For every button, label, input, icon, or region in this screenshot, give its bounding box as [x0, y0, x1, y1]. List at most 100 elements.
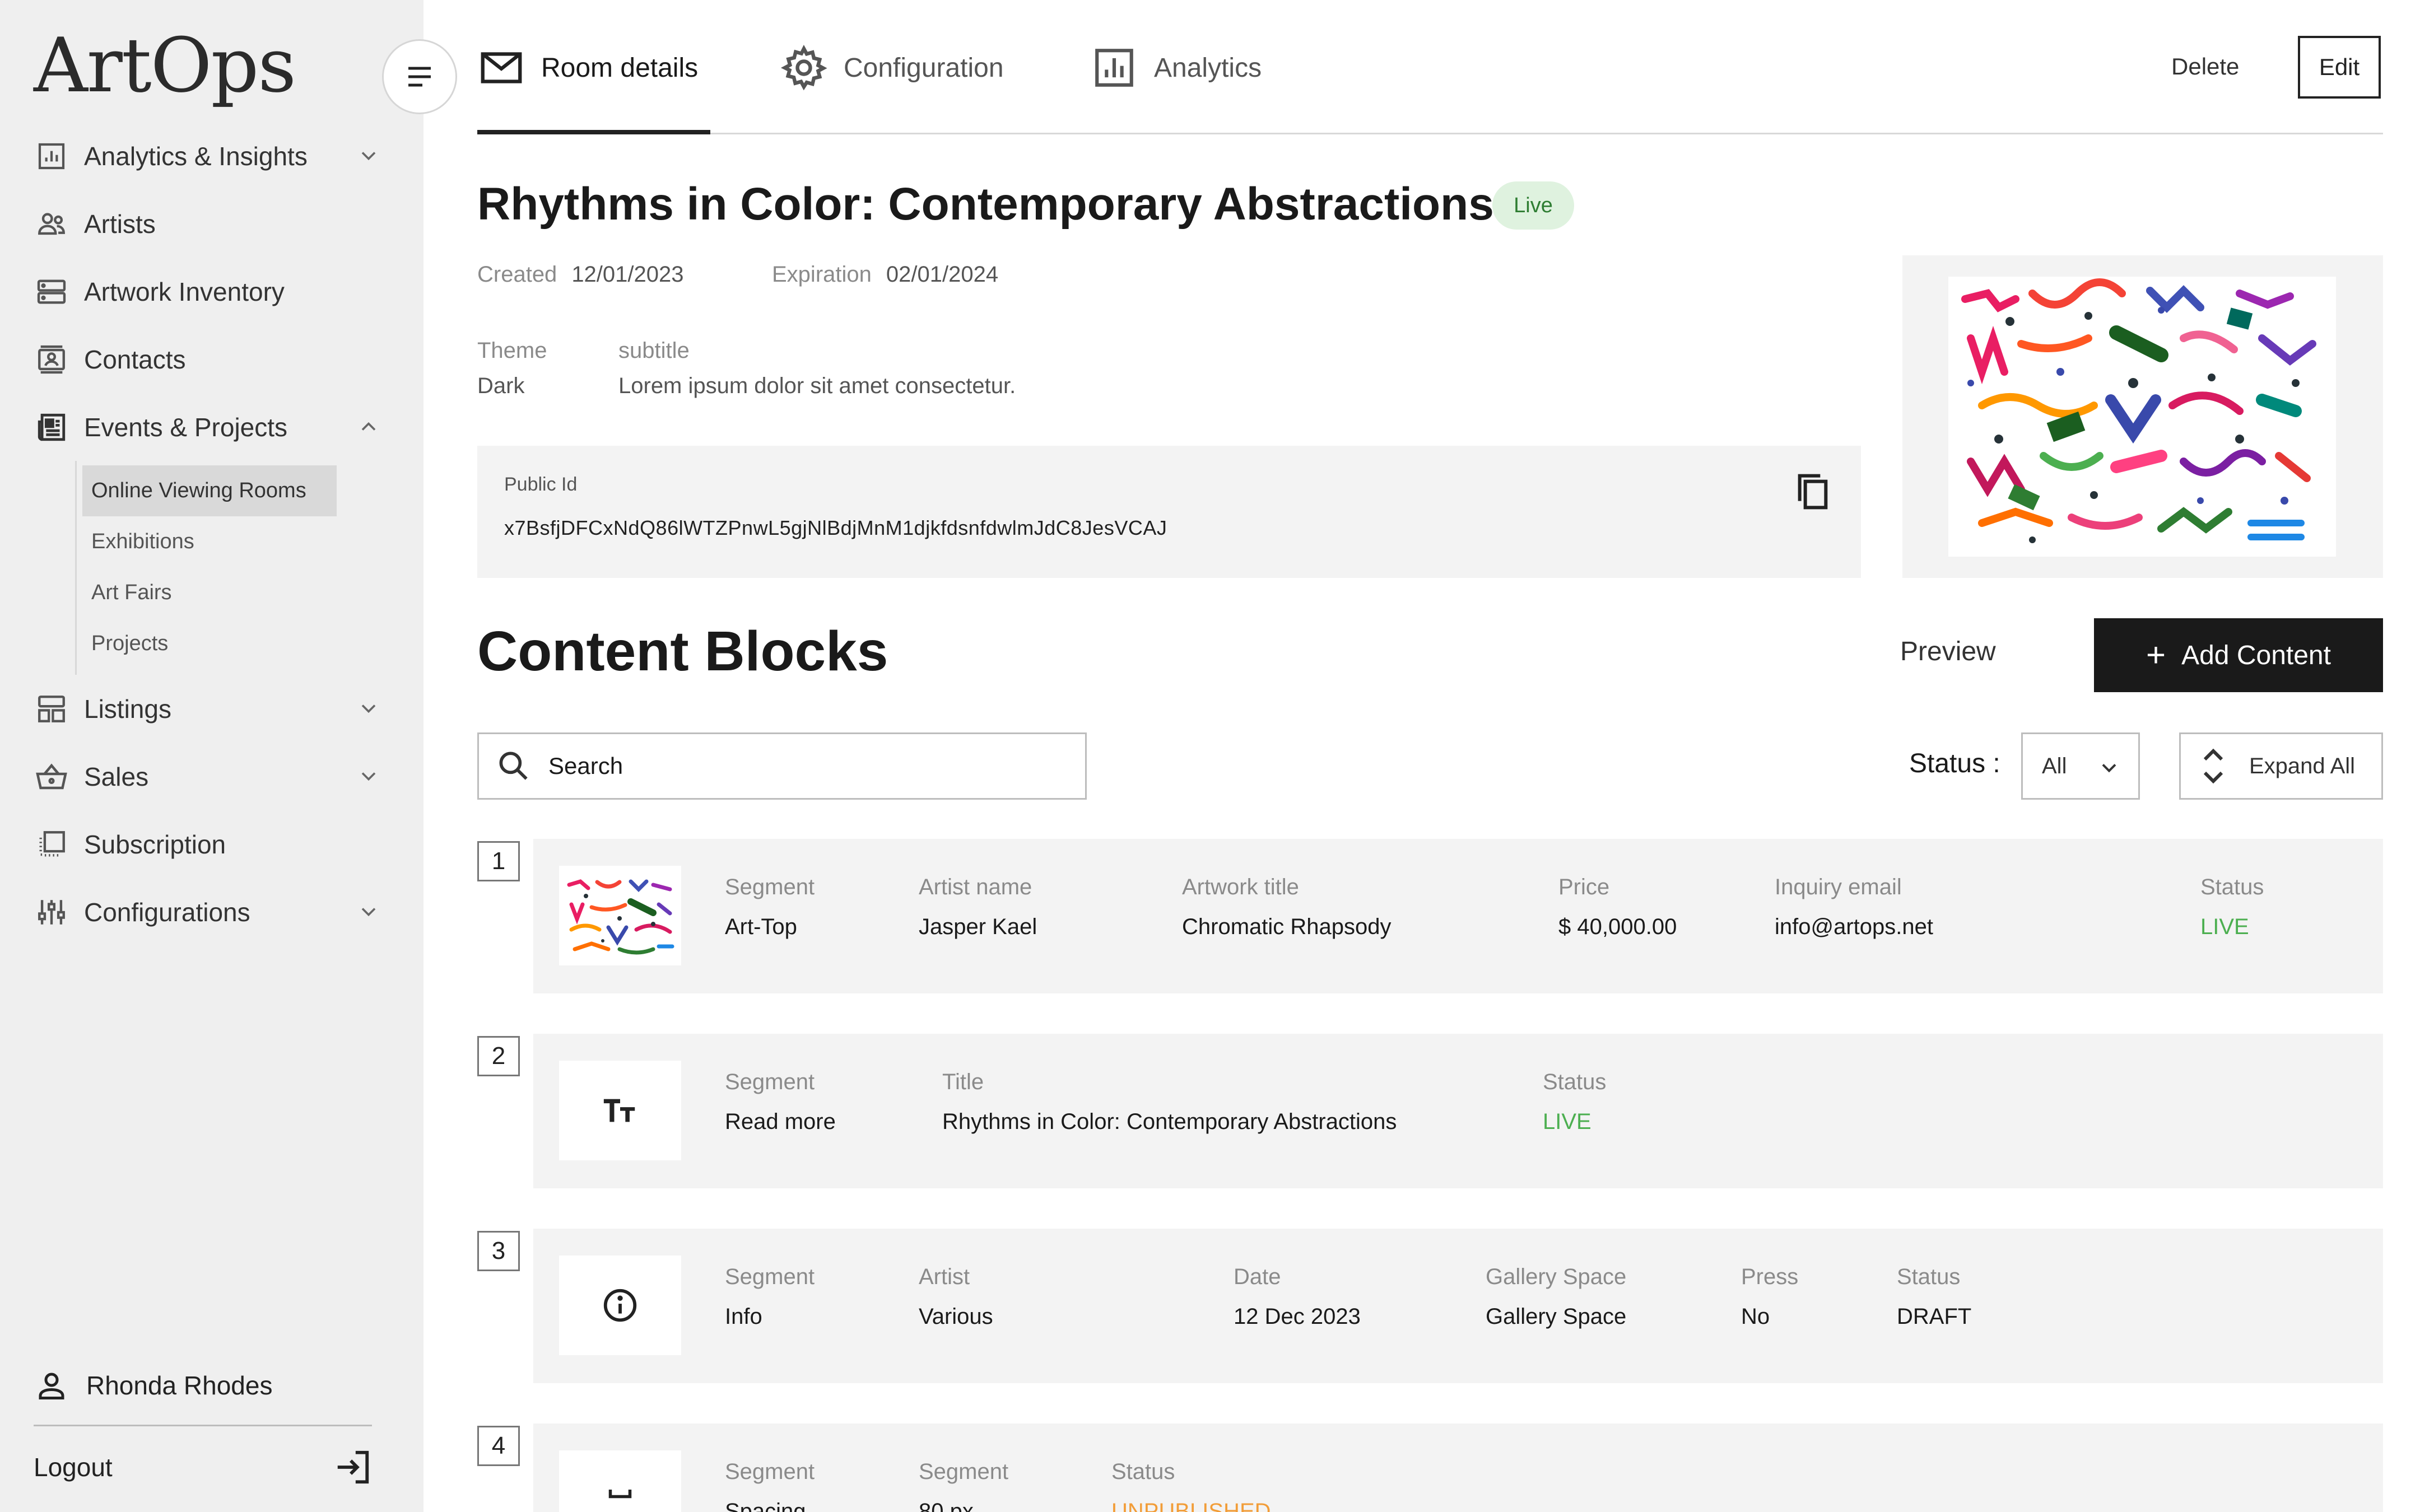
- cover-artwork-image[interactable]: [1948, 277, 2336, 557]
- field-label: Status: [2200, 874, 2264, 899]
- sidebar-item-label: Artwork Inventory: [84, 277, 285, 306]
- content-block-row[interactable]: Segment Read more Title Rhythms in Color…: [533, 1034, 2383, 1188]
- chevron-down-icon: [361, 908, 376, 917]
- delete-button[interactable]: Delete: [2171, 47, 2239, 86]
- contacts-icon: [34, 342, 69, 377]
- content-block-row[interactable]: Segment Spacing Segment 80 px Status UNP…: [533, 1424, 2383, 1512]
- sidebar-item-label: Artists: [84, 209, 156, 239]
- sidebar-divider: [34, 1425, 372, 1426]
- created-date: 12/01/2023: [571, 262, 684, 287]
- sidebar-item-label: Contacts: [84, 344, 186, 374]
- sidebar-item-events-projects[interactable]: Events & Projects: [34, 393, 381, 461]
- events-subnav: Online Viewing Rooms Exhibitions Art Fai…: [75, 461, 381, 675]
- status-filter-select[interactable]: All: [2021, 732, 2140, 800]
- chevron-down-icon: [361, 152, 376, 161]
- subnav-item-projects[interactable]: Projects: [82, 618, 337, 669]
- field-label: Press: [1741, 1264, 1799, 1289]
- tab-analytics[interactable]: Analytics: [1090, 37, 1262, 99]
- content-blocks-heading: Content Blocks: [477, 620, 888, 683]
- logout-button[interactable]: Logout: [34, 1445, 372, 1490]
- field-status: Status LIVE: [2200, 869, 2264, 949]
- field-value: Jasper Kael: [919, 914, 1037, 939]
- status-badge: Live: [1492, 181, 1574, 230]
- user-profile[interactable]: Rhonda Rhodes: [34, 1362, 272, 1409]
- tab-bar: Room details Configuration Analytics Del…: [477, 0, 2383, 134]
- spacing-icon: [608, 1490, 632, 1499]
- expand-all-button[interactable]: Expand All: [2179, 732, 2383, 800]
- listings-icon: [34, 691, 69, 727]
- field-segment-size: Segment 80 px: [919, 1454, 1008, 1512]
- preview-button[interactable]: Preview: [1900, 636, 1996, 667]
- subtitle-value: Lorem ipsum dolor sit amet consectetur.: [618, 373, 1016, 398]
- artwork-thumbnail-image: [564, 874, 677, 958]
- public-id-value: x7BsfjDFCxNdQ86lWTZPnwL5gjNlBdjMnM1djkfd…: [504, 516, 1167, 539]
- created-label: Created: [477, 262, 557, 287]
- public-id-label: Public Id: [504, 474, 578, 495]
- field-label: Gallery Space: [1486, 1264, 1627, 1289]
- field-value: Various: [919, 1304, 993, 1329]
- add-content-label: Add Content: [2181, 640, 2331, 670]
- expand-all-label: Expand All: [2249, 753, 2356, 778]
- subnav-item-art-fairs[interactable]: Art Fairs: [82, 567, 337, 618]
- created-meta: Created 12/01/2023: [477, 260, 684, 289]
- expiration-date: 02/01/2024: [886, 262, 999, 287]
- chevron-down-icon: [361, 772, 376, 781]
- field-value: No: [1741, 1304, 1770, 1329]
- field-segment: Segment Info: [725, 1259, 815, 1338]
- sidebar-item-label: Events & Projects: [84, 412, 288, 442]
- add-content-button[interactable]: + Add Content: [2094, 618, 2383, 692]
- people-icon: [34, 206, 69, 242]
- sidebar-item-sales[interactable]: Sales: [34, 743, 381, 810]
- tab-label: Configuration: [844, 53, 1004, 83]
- cover-image-panel: [1902, 255, 2383, 578]
- sidebar-item-artists[interactable]: Artists: [34, 190, 381, 258]
- public-id-panel: Public Id x7BsfjDFCxNdQ86lWTZPnwL5gjNlBd…: [477, 446, 1861, 578]
- sidebar-item-artwork-inventory[interactable]: Artwork Inventory: [34, 258, 381, 325]
- sidebar-nav: Analytics & Insights Artists Artwork Inv…: [34, 122, 381, 946]
- field-value: Chromatic Rhapsody: [1182, 914, 1392, 939]
- sidebar-item-listings[interactable]: Listings: [34, 675, 381, 743]
- tab-label: Room details: [541, 53, 699, 83]
- subnav-item-exhibitions[interactable]: Exhibitions: [82, 516, 337, 567]
- sidebar-item-subscription[interactable]: Subscription: [34, 810, 381, 878]
- sidebar-item-contacts[interactable]: Contacts: [34, 325, 381, 393]
- status-value: DRAFT: [1897, 1304, 1972, 1329]
- field-label: Price: [1558, 874, 1610, 899]
- field-label: Title: [942, 1069, 984, 1094]
- plus-icon: +: [2146, 636, 2166, 674]
- sidebar-item-label: Listings: [84, 694, 171, 724]
- theme-label: Theme: [477, 338, 547, 363]
- subscription-icon: [34, 827, 69, 862]
- user-name: Rhonda Rhodes: [86, 1371, 273, 1400]
- sidebar-item-label: Subscription: [84, 829, 226, 859]
- search-input[interactable]: Search: [477, 732, 1087, 800]
- field-value: 80 px: [919, 1499, 974, 1512]
- newspaper-icon: [34, 409, 69, 445]
- expiration-meta: Expiration 02/01/2024: [772, 260, 998, 289]
- tab-configuration[interactable]: Configuration: [780, 37, 1004, 99]
- field-segment: Segment Read more: [725, 1064, 836, 1144]
- edit-button[interactable]: Edit: [2298, 36, 2381, 99]
- content-block-row[interactable]: Segment Art-Top Artist name Jasper Kael …: [533, 839, 2383, 993]
- copy-icon[interactable]: [1790, 469, 1835, 514]
- field-label: Status: [1897, 1264, 1961, 1289]
- main-content: Room details Configuration Analytics Del…: [424, 0, 2420, 1512]
- field-label: Segment: [725, 1459, 815, 1484]
- tab-room-details[interactable]: Room details: [477, 37, 698, 99]
- field-artist: Artist Various: [919, 1259, 993, 1338]
- field-label: Artist name: [919, 874, 1032, 899]
- theme-field: Theme Dark: [477, 334, 547, 404]
- status-value: LIVE: [2200, 914, 2249, 939]
- menu-toggle-button[interactable]: [382, 39, 457, 114]
- subnav-item-online-viewing-rooms[interactable]: Online Viewing Rooms: [82, 465, 337, 516]
- content-block-row[interactable]: Segment Info Artist Various Date 12 Dec …: [533, 1229, 2383, 1383]
- field-value: Read more: [725, 1109, 836, 1134]
- sidebar-item-analytics-insights[interactable]: Analytics & Insights: [34, 122, 381, 190]
- search-icon: [499, 752, 528, 780]
- field-value: Art-Top: [725, 914, 797, 939]
- sidebar-item-label: Analytics & Insights: [84, 141, 308, 171]
- chevron-up-icon: [361, 422, 376, 431]
- sidebar-item-configurations[interactable]: Configurations: [34, 878, 381, 946]
- chevron-down-icon: [2102, 764, 2116, 773]
- menu-lines-icon: [408, 67, 431, 87]
